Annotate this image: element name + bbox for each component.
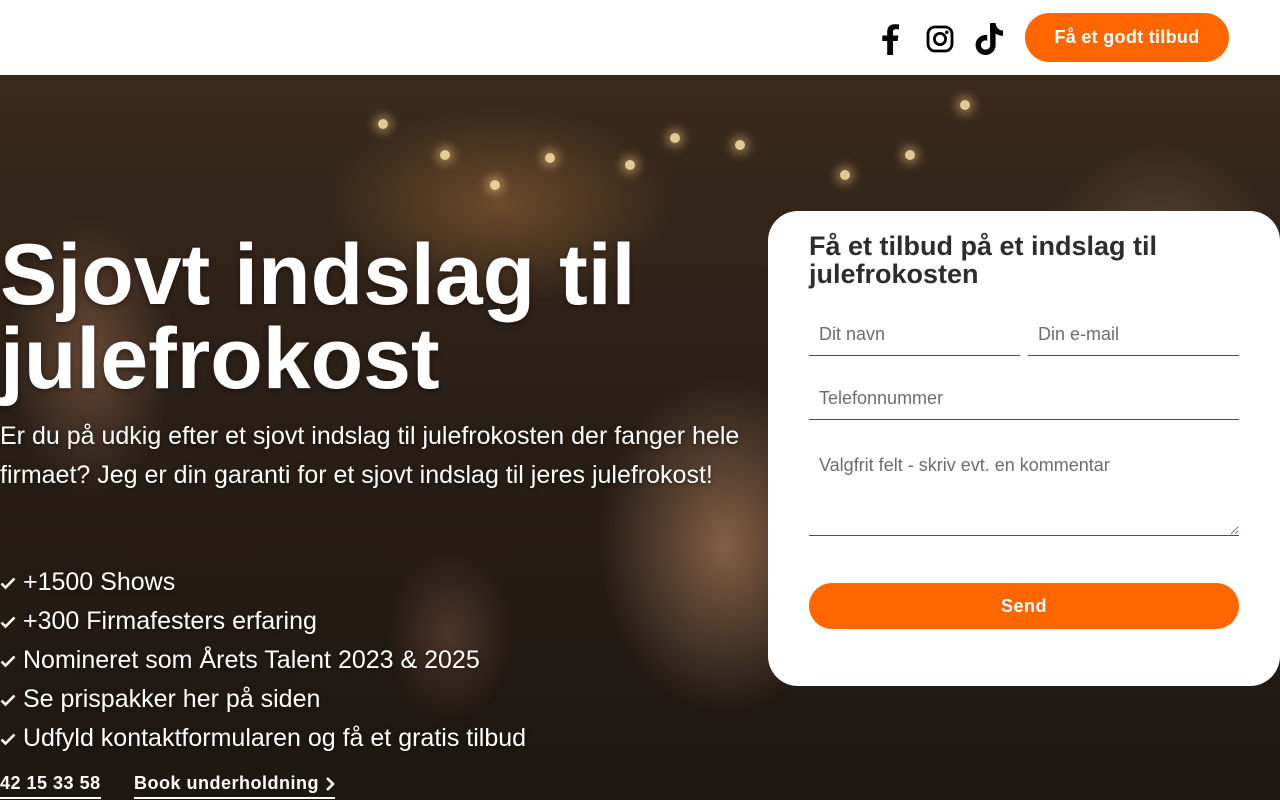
- list-item-label: Udfyld kontaktformularen og få et gratis…: [23, 724, 527, 752]
- phone-link[interactable]: 42 15 33 58: [0, 773, 101, 799]
- form-title: Få et tilbud på et indslag til julefroko…: [809, 231, 1158, 289]
- bokeh-light: [670, 133, 680, 143]
- check-icon: [0, 614, 16, 630]
- phone-input[interactable]: [809, 377, 1239, 420]
- book-entertainment-label: Book underholdning: [134, 773, 319, 793]
- bokeh-light: [545, 153, 555, 163]
- bokeh-light: [490, 180, 500, 190]
- check-icon: [0, 731, 16, 747]
- list-item: +1500 Shows: [0, 563, 526, 602]
- tiktok-icon[interactable]: [973, 20, 1007, 58]
- list-item: Nomineret som Årets Talent 2023 & 2025: [0, 641, 526, 680]
- send-button[interactable]: Send: [809, 583, 1239, 629]
- bokeh-light: [735, 140, 745, 150]
- chevron-right-icon: [326, 776, 335, 791]
- check-icon: [0, 692, 16, 708]
- name-input[interactable]: [809, 314, 1020, 356]
- hero-title: Sjovt indslag til julefrokost: [0, 227, 636, 407]
- site-header: Få et godt tilbud: [0, 0, 1280, 75]
- benefits-list: +1500 Shows +300 Firmafesters erfaring N…: [0, 563, 526, 758]
- list-item-label: +1500 Shows: [23, 568, 176, 596]
- bokeh-light: [440, 150, 450, 160]
- bokeh-light: [625, 160, 635, 170]
- list-item-label: Se prispakker her på siden: [23, 685, 321, 713]
- bokeh-light: [840, 170, 850, 180]
- bokeh-light: [378, 119, 388, 129]
- bokeh-light: [905, 150, 915, 160]
- facebook-icon[interactable]: [873, 20, 907, 58]
- bokeh-light: [960, 100, 970, 110]
- book-entertainment-link[interactable]: Book underholdning: [134, 773, 335, 799]
- check-icon: [0, 575, 16, 591]
- list-item-label: Nomineret som Årets Talent 2023 & 2025: [23, 646, 480, 674]
- check-icon: [0, 653, 16, 669]
- offer-form: Få et tilbud på et indslag til julefroko…: [768, 211, 1280, 686]
- list-item: Se prispakker her på siden: [0, 680, 526, 719]
- get-offer-button[interactable]: Få et godt tilbud: [1025, 13, 1229, 62]
- list-item-label: +300 Firmafesters erfaring: [23, 607, 317, 635]
- hero-subtitle: Er du på udkig efter et sjovt indslag ti…: [0, 422, 740, 489]
- comment-textarea[interactable]: [809, 443, 1239, 536]
- email-input[interactable]: [1028, 314, 1239, 356]
- list-item: +300 Firmafesters erfaring: [0, 602, 526, 641]
- list-item: Udfyld kontaktformularen og få et gratis…: [0, 719, 526, 758]
- instagram-icon[interactable]: [923, 20, 957, 58]
